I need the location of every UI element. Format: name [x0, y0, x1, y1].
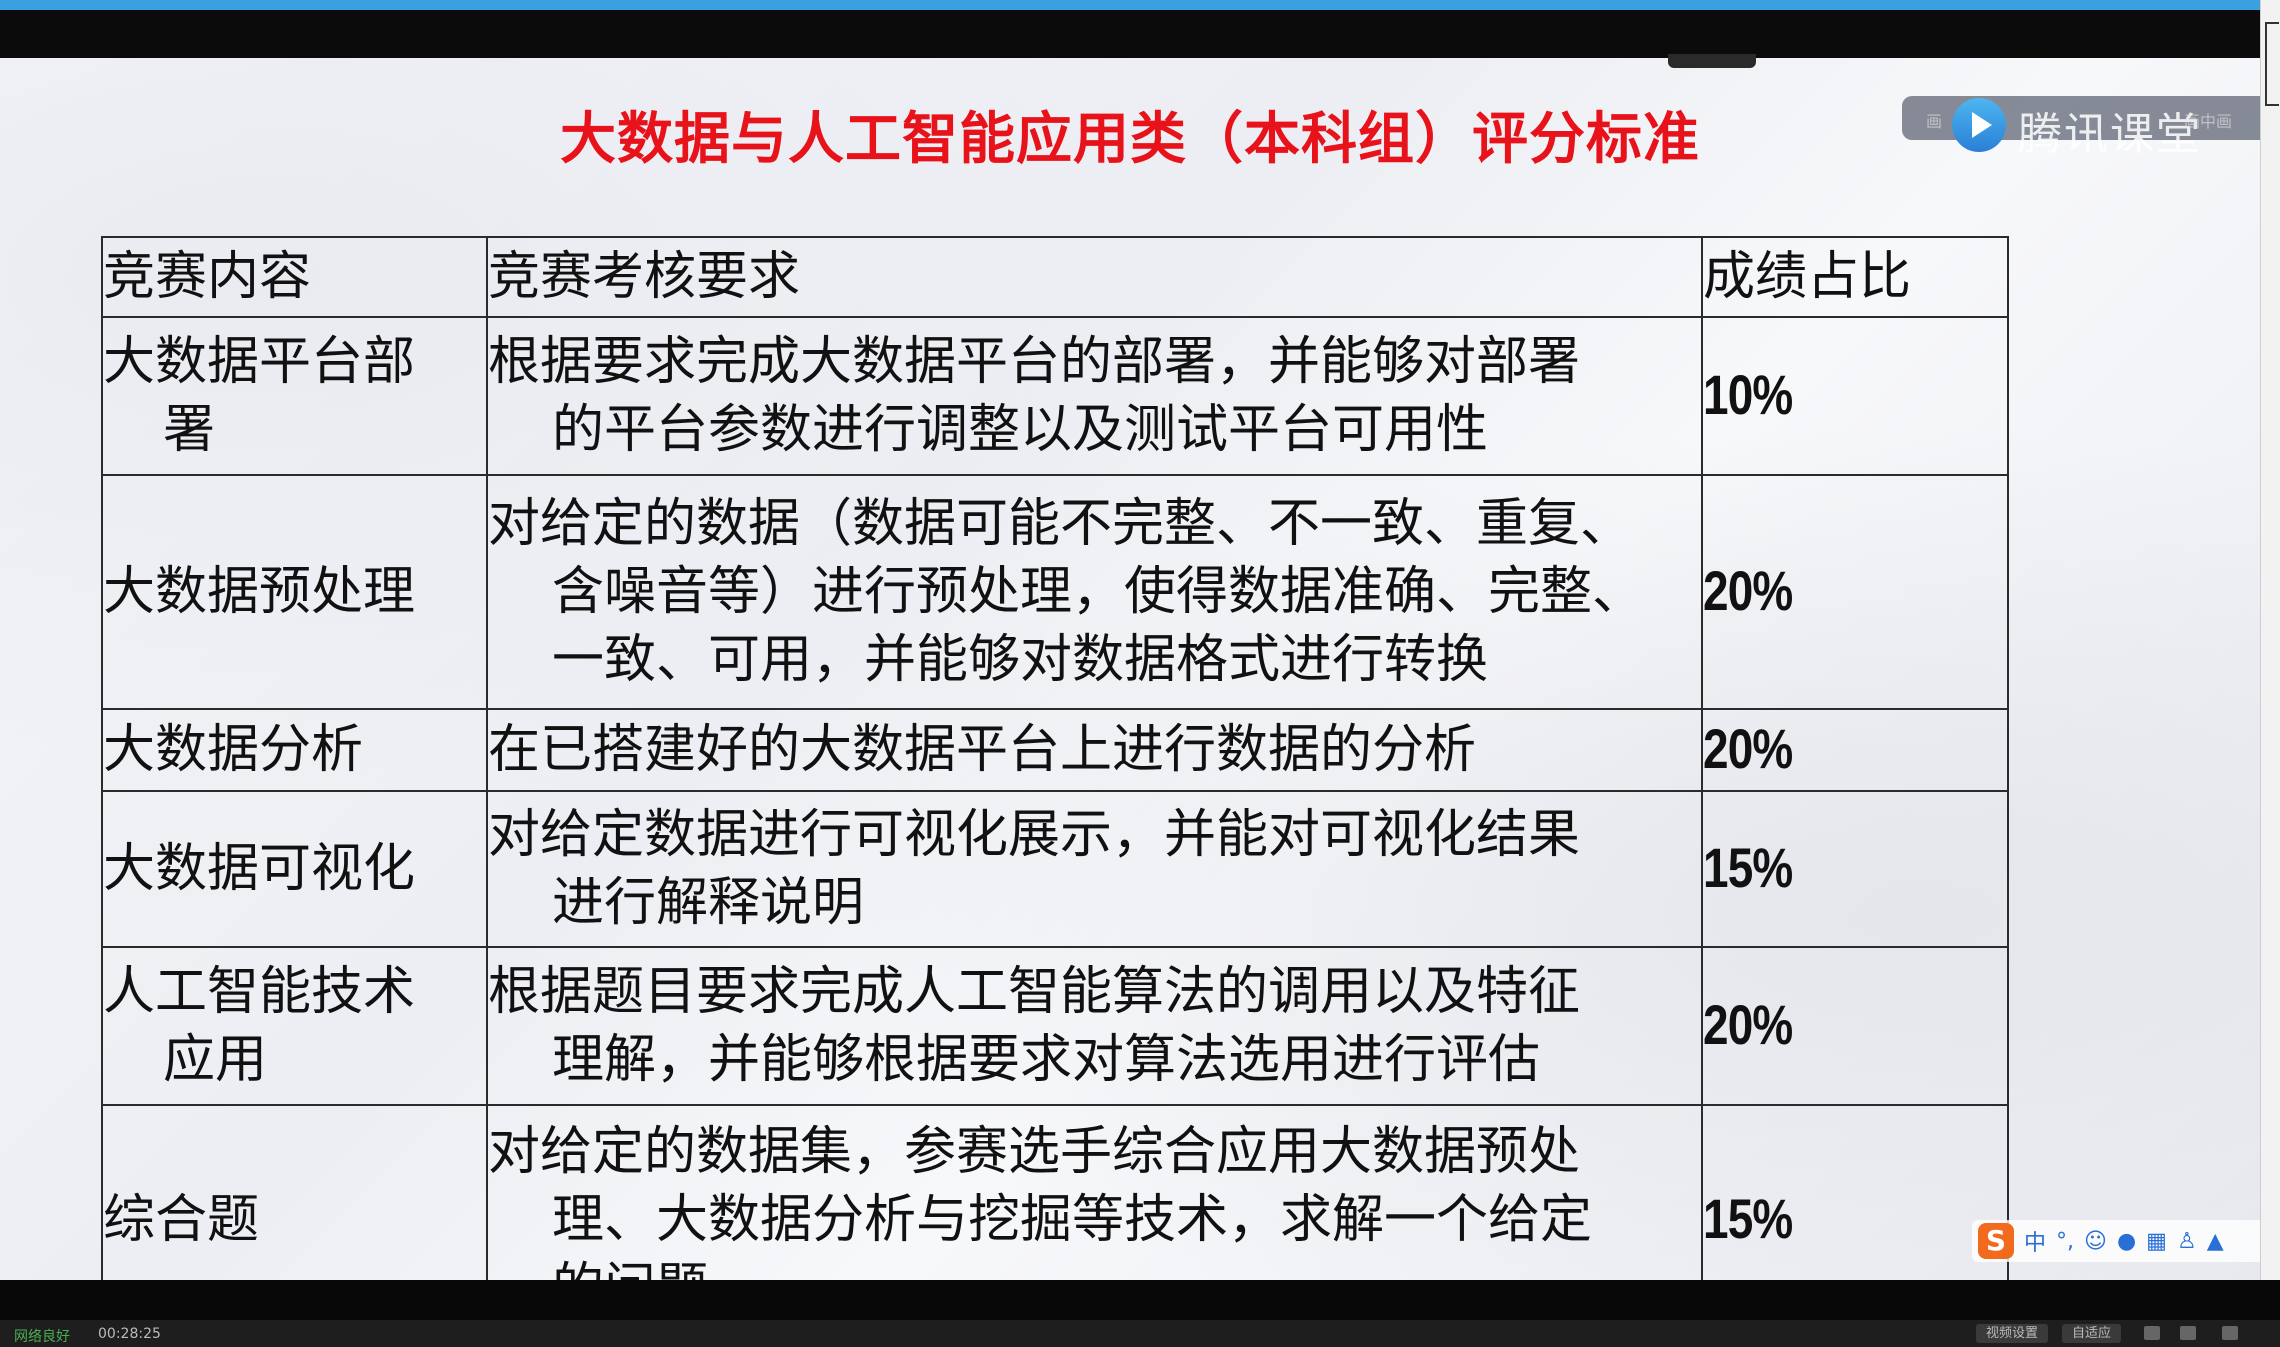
category-line: 大数据预处理 — [103, 562, 416, 622]
user-icon[interactable]: ♙ — [2177, 1229, 2197, 1254]
header-requirement: 竞赛考核要求 — [486, 236, 1703, 318]
play-logo-icon — [1952, 98, 2006, 152]
bracket-icon — [2265, 22, 2279, 106]
row-ratio: 20% — [1701, 708, 2009, 792]
row-requirement: 对给定数据进行可视化展示，并能对可视化结果 进行解释说明 — [486, 790, 1703, 948]
ratio-value: 10% — [1703, 363, 1793, 426]
table-header-row: 竞赛内容 竞赛考核要求 成绩占比 — [101, 236, 2009, 318]
ime-toolbar[interactable]: S 中 °, ☺ ● ▦ ♙ ▲ — [1972, 1220, 2260, 1262]
ime-mode[interactable]: 中 — [2024, 1225, 2046, 1257]
table-row: 大数据分析 在已搭建好的大数据平台上进行数据的分析 20% — [101, 708, 2009, 792]
watermark-small-right: 画中画 — [2184, 112, 2233, 131]
header-ratio: 成绩占比 — [1701, 236, 2009, 318]
category-line: 应用 — [163, 1030, 268, 1090]
network-status: 网络良好 — [14, 1329, 70, 1345]
row-ratio: 15% — [1701, 790, 2009, 948]
punctuation-icon[interactable]: °, — [2056, 1229, 2074, 1254]
scoring-table: 竞赛内容 竞赛考核要求 成绩占比 大数据平台部 署 根据要求完成大数据平台的部署… — [101, 236, 2009, 1280]
requirement-line: 对给定的数据集，参赛选手综合应用大数据预处 — [488, 1122, 1581, 1182]
requirement-line: 在已搭建好的大数据平台上进行数据的分析 — [488, 720, 1477, 780]
requirement-line: 对给定的数据（数据可能不完整、不一致、重复、 — [488, 494, 1633, 554]
row-category: 大数据平台部 署 — [101, 316, 488, 476]
ratio-value: 20% — [1703, 559, 1793, 622]
mic-icon[interactable] — [2144, 1326, 2160, 1340]
requirement-line: 的问题 — [488, 1254, 1701, 1280]
table-row: 综合题 对给定的数据集，参赛选手综合应用大数据预处 理、大数据分析与挖掘等技术，… — [101, 1104, 2009, 1280]
elapsed-time: 00:28:25 — [98, 1326, 161, 1342]
top-accent-bar — [0, 0, 2280, 10]
requirement-line: 理、大数据分析与挖掘等技术，求解一个给定 — [552, 1190, 1593, 1250]
row-ratio: 15% — [1701, 1104, 2009, 1280]
table-row: 大数据预处理 对给定的数据（数据可能不完整、不一致、重复、 含噪音等）进行预处理… — [101, 474, 2009, 710]
table-row: 大数据平台部 署 根据要求完成大数据平台的部署，并能够对部署 的平台参数进行调整… — [101, 316, 2009, 476]
adaptive-button[interactable]: 自适应 — [2062, 1324, 2122, 1343]
category-line: 大数据可视化 — [103, 839, 416, 899]
row-ratio: 20% — [1701, 474, 2009, 710]
row-category: 大数据分析 — [101, 708, 488, 792]
video-settings-button[interactable]: 视频设置 — [1976, 1324, 2049, 1343]
top-black-band — [0, 10, 2280, 58]
emoji-icon[interactable]: ☺ — [2084, 1229, 2107, 1254]
table-row: 大数据可视化 对给定数据进行可视化展示，并能对可视化结果 进行解释说明 15% — [101, 790, 2009, 948]
row-category: 大数据可视化 — [101, 790, 488, 948]
sogou-logo-icon[interactable]: S — [1978, 1223, 2014, 1259]
row-category: 综合题 — [101, 1104, 488, 1280]
camera-notch — [1668, 54, 1756, 68]
category-line: 综合题 — [103, 1190, 260, 1250]
microphone-icon[interactable]: ● — [2117, 1229, 2136, 1254]
requirement-line: 一致、可用，并能够对数据格式进行转换 — [552, 630, 1489, 690]
volume-icon[interactable] — [2180, 1326, 2196, 1340]
row-requirement: 在已搭建好的大数据平台上进行数据的分析 — [486, 708, 1703, 792]
requirement-line: 的平台参数进行调整以及测试平台可用性 — [552, 400, 1489, 460]
requirement-line: 根据题目要求完成人工智能算法的调用以及特征 — [488, 962, 1581, 1022]
category-line: 大数据分析 — [103, 720, 364, 780]
ratio-value: 20% — [1703, 717, 1793, 780]
skin-icon[interactable]: ▲ — [2207, 1229, 2224, 1254]
requirement-line: 理解，并能够根据要求对算法选用进行评估 — [552, 1030, 1541, 1090]
row-ratio: 20% — [1701, 946, 2009, 1106]
bottom-black-band — [0, 1280, 2280, 1320]
row-requirement: 对给定的数据集，参赛选手综合应用大数据预处 理、大数据分析与挖掘等技术，求解一个… — [486, 1104, 1703, 1280]
category-line: 人工智能技术 — [103, 962, 416, 1022]
requirement-line: 含噪音等）进行预处理，使得数据准确、完整、 — [552, 562, 1645, 622]
fullscreen-icon[interactable] — [2222, 1326, 2238, 1340]
row-requirement: 根据题目要求完成人工智能算法的调用以及特征 理解，并能够根据要求对算法选用进行评… — [486, 946, 1703, 1106]
presentation-slide: 大数据与人工智能应用类（本科组）评分标准 画 腾讯课堂 画中画 竞赛内容 竞赛考… — [0, 58, 2260, 1280]
row-ratio: 10% — [1701, 316, 2009, 476]
player-status-bar: 网络良好 00:28:25 视频设置 自适应 — [0, 1320, 2280, 1347]
tencent-classroom-watermark: 画 腾讯课堂 画中画 — [1902, 96, 2260, 160]
ratio-value: 15% — [1703, 836, 1793, 899]
category-line: 大数据平台部 — [103, 332, 416, 392]
ratio-value: 20% — [1703, 993, 1793, 1056]
keyboard-icon[interactable]: ▦ — [2146, 1229, 2167, 1254]
row-requirement: 对给定的数据（数据可能不完整、不一致、重复、 含噪音等）进行预处理，使得数据准确… — [486, 474, 1703, 710]
ratio-value: 15% — [1703, 1187, 1793, 1250]
row-requirement: 根据要求完成大数据平台的部署，并能够对部署 的平台参数进行调整以及测试平台可用性 — [486, 316, 1703, 476]
header-category: 竞赛内容 — [101, 236, 488, 318]
row-category: 大数据预处理 — [101, 474, 488, 710]
watermark-small-left: 画 — [1926, 112, 1943, 131]
watermark-brand: 腾讯课堂 — [2018, 109, 2202, 160]
table-row: 人工智能技术 应用 根据题目要求完成人工智能算法的调用以及特征 理解，并能够根据… — [101, 946, 2009, 1106]
requirement-line: 对给定数据进行可视化展示，并能对可视化结果 — [488, 805, 1581, 865]
row-category: 人工智能技术 应用 — [101, 946, 488, 1106]
requirement-line: 根据要求完成大数据平台的部署，并能够对部署 — [488, 332, 1581, 392]
requirement-line: 进行解释说明 — [552, 873, 865, 933]
category-line: 署 — [163, 400, 216, 460]
right-edge-panel — [2260, 0, 2280, 1280]
